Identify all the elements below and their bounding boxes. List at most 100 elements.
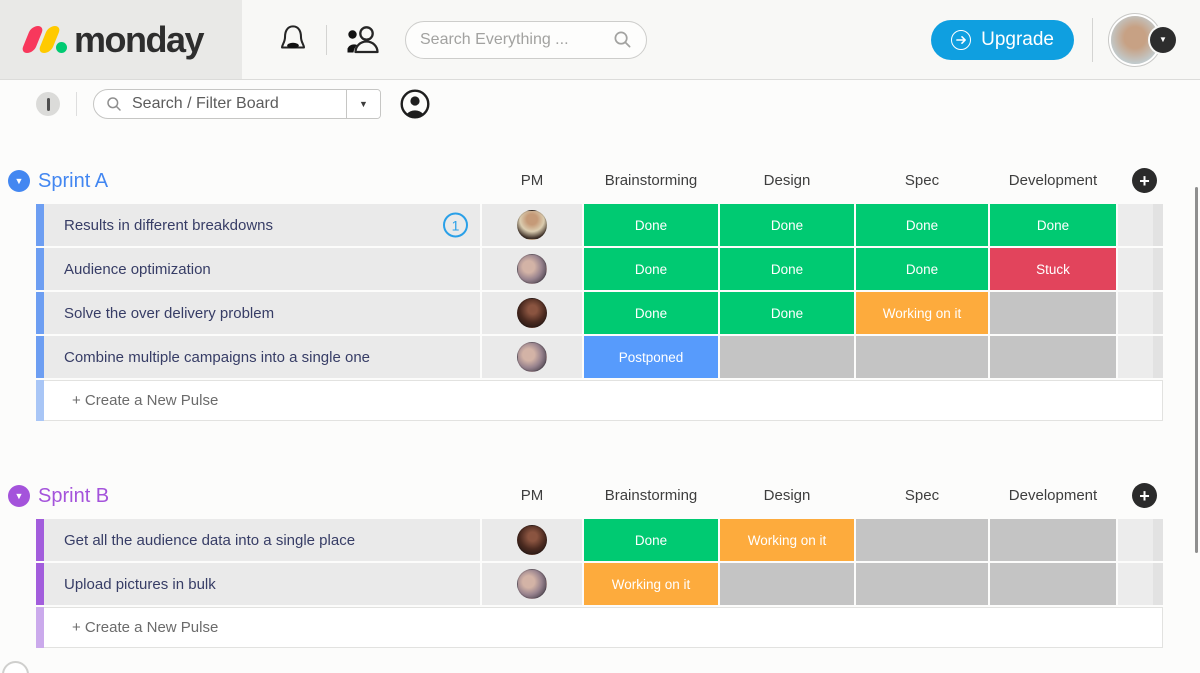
- row-color-bar: [36, 380, 44, 421]
- pulse-name[interactable]: Solve the over delivery problem: [44, 292, 480, 334]
- pm-cell[interactable]: [482, 336, 582, 378]
- status-cell[interactable]: Done: [720, 292, 854, 334]
- status-cell[interactable]: Postponed: [584, 336, 718, 378]
- pulse-name-label: Results in different breakdowns: [64, 217, 273, 234]
- search-icon: [613, 30, 632, 49]
- status-cell[interactable]: [990, 519, 1116, 561]
- monday-logo-marks-icon: [22, 24, 68, 56]
- status-cell[interactable]: Done: [584, 204, 718, 246]
- pm-cell[interactable]: [482, 563, 582, 605]
- table-row: Upload pictures in bulk Working on it: [36, 563, 1163, 605]
- user-menu-button[interactable]: ▼: [1150, 27, 1176, 53]
- row-extension: [1118, 204, 1163, 246]
- pm-avatar: [517, 525, 547, 555]
- chevron-down-icon: ▼: [15, 491, 24, 501]
- row-color-bar: [36, 292, 44, 334]
- create-pulse-button[interactable]: + Create a New Pulse: [44, 607, 1163, 648]
- row-color-bar: [36, 519, 44, 561]
- board: ▼ Sprint A PM Brainstorming Design Spec …: [36, 128, 1163, 648]
- plus-icon: +: [1139, 172, 1150, 190]
- status-cell[interactable]: Stuck: [990, 248, 1116, 290]
- column-header-design[interactable]: Design: [720, 483, 854, 509]
- column-header-pm[interactable]: PM: [482, 168, 582, 194]
- row-color-bar: [36, 248, 44, 290]
- create-pulse-row: + Create a New Pulse: [36, 380, 1163, 421]
- column-header-pm[interactable]: PM: [482, 483, 582, 509]
- pm-avatar: [517, 569, 547, 599]
- notifications-button[interactable]: [278, 23, 308, 56]
- status-cell[interactable]: [720, 563, 854, 605]
- add-column-button[interactable]: +: [1132, 168, 1157, 193]
- status-cell[interactable]: Done: [856, 248, 988, 290]
- global-search[interactable]: [405, 21, 647, 59]
- upgrade-arrow-icon: [951, 30, 971, 50]
- create-pulse-button[interactable]: + Create a New Pulse: [44, 380, 1163, 421]
- status-cell[interactable]: Working on it: [856, 292, 988, 334]
- status-cell[interactable]: Done: [584, 519, 718, 561]
- pulse-name[interactable]: Combine multiple campaigns into a single…: [44, 336, 480, 378]
- pm-cell[interactable]: [482, 204, 582, 246]
- status-cell[interactable]: [856, 563, 988, 605]
- chevron-down-icon: ▼: [15, 176, 24, 186]
- pulse-name[interactable]: Audience optimization: [44, 248, 480, 290]
- filter-by-person-button[interactable]: [399, 88, 431, 120]
- pm-cell[interactable]: [482, 248, 582, 290]
- status-cell[interactable]: [990, 563, 1116, 605]
- status-cell[interactable]: Working on it: [584, 563, 718, 605]
- table-row: Combine multiple campaigns into a single…: [36, 336, 1163, 378]
- collapse-group-button[interactable]: ▼: [8, 485, 30, 507]
- chat-bubble[interactable]: [2, 661, 29, 673]
- group-title[interactable]: Sprint B: [38, 485, 109, 508]
- bell-icon: [278, 23, 308, 56]
- column-header-design[interactable]: Design: [720, 168, 854, 194]
- status-cell[interactable]: [856, 519, 988, 561]
- status-cell[interactable]: Done: [584, 248, 718, 290]
- table-row: Solve the over delivery problem Done Don…: [36, 292, 1163, 334]
- people-icon: [345, 24, 379, 55]
- status-cell[interactable]: Done: [720, 204, 854, 246]
- board-filter-input[interactable]: [132, 95, 346, 113]
- updates-count-badge[interactable]: 1: [443, 213, 468, 238]
- pulse-name[interactable]: Results in different breakdowns 1: [44, 204, 480, 246]
- column-header-spec[interactable]: Spec: [856, 483, 988, 509]
- add-column-button[interactable]: +: [1132, 483, 1157, 508]
- pm-cell[interactable]: [482, 292, 582, 334]
- column-header-brainstorming[interactable]: Brainstorming: [584, 483, 718, 509]
- person-circle-icon: [399, 88, 431, 120]
- global-search-input[interactable]: [420, 31, 613, 49]
- monday-logo[interactable]: monday: [0, 0, 242, 79]
- status-cell[interactable]: Done: [856, 204, 988, 246]
- pm-avatar: [517, 298, 547, 328]
- status-cell[interactable]: [720, 336, 854, 378]
- column-header-development[interactable]: Development: [990, 483, 1116, 509]
- collapse-group-button[interactable]: ▼: [8, 170, 30, 192]
- pulse-name[interactable]: Upload pictures in bulk: [44, 563, 480, 605]
- status-cell[interactable]: [990, 292, 1116, 334]
- status-cell[interactable]: Done: [720, 248, 854, 290]
- row-extension: [1118, 248, 1163, 290]
- pm-cell[interactable]: [482, 519, 582, 561]
- table-row: Results in different breakdowns 1 Done D…: [36, 204, 1163, 246]
- status-cell[interactable]: Done: [584, 292, 718, 334]
- filter-dropdown-button[interactable]: ▼: [346, 89, 380, 119]
- column-header-brainstorming[interactable]: Brainstorming: [584, 168, 718, 194]
- board-toolbar: ▼: [0, 80, 1200, 128]
- upgrade-label: Upgrade: [981, 29, 1054, 51]
- column-header-spec[interactable]: Spec: [856, 168, 988, 194]
- pulse-name-label: Audience optimization: [64, 261, 211, 278]
- vertical-scrollbar[interactable]: [1195, 187, 1198, 553]
- team-button[interactable]: [345, 24, 379, 55]
- collapse-board-button[interactable]: [36, 92, 60, 116]
- pulse-name-label: Solve the over delivery problem: [64, 305, 274, 322]
- status-cell[interactable]: [990, 336, 1116, 378]
- board-filter[interactable]: ▼: [93, 89, 381, 119]
- status-cell[interactable]: Done: [990, 204, 1116, 246]
- upgrade-button[interactable]: Upgrade: [931, 20, 1074, 60]
- status-cell[interactable]: Working on it: [720, 519, 854, 561]
- group-title[interactable]: Sprint A: [38, 170, 108, 193]
- plus-icon: +: [1139, 487, 1150, 505]
- pulse-name[interactable]: Get all the audience data into a single …: [44, 519, 480, 561]
- table-row: Get all the audience data into a single …: [36, 519, 1163, 561]
- column-header-development[interactable]: Development: [990, 168, 1116, 194]
- status-cell[interactable]: [856, 336, 988, 378]
